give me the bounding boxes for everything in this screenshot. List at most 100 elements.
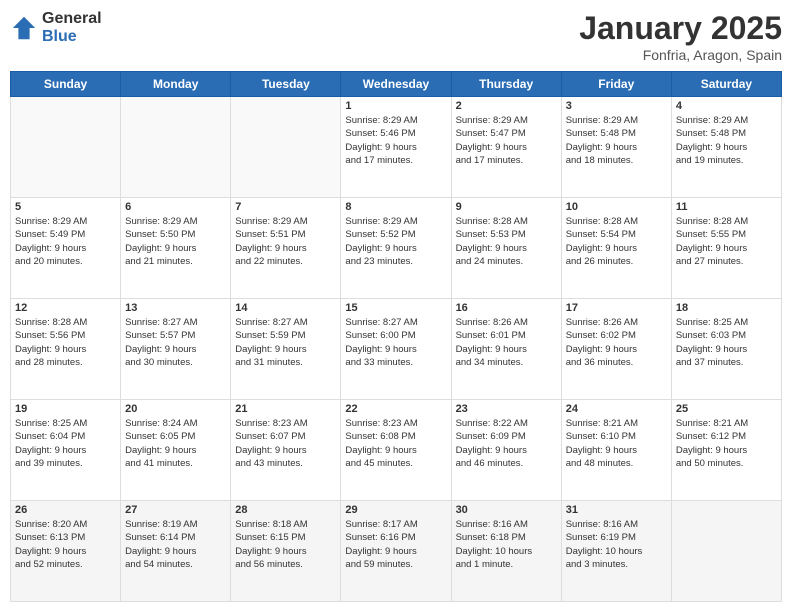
day-info: Sunrise: 8:27 AM Sunset: 5:59 PM Dayligh…	[235, 316, 336, 369]
calendar-cell: 17 Sunrise: 8:26 AM Sunset: 6:02 PM Dayli…	[561, 299, 671, 400]
week-row-2: 5 Sunrise: 8:29 AM Sunset: 5:49 PM Daylig…	[11, 198, 782, 299]
weekday-header-monday: Monday	[121, 72, 231, 97]
calendar-cell: 31Sunrise: 8:16 AM Sunset: 6:19 PM Dayli…	[561, 501, 671, 602]
day-info: Sunrise: 8:25 AM Sunset: 6:03 PM Dayligh…	[676, 316, 777, 369]
day-number: 22	[345, 403, 446, 415]
calendar-table: SundayMondayTuesdayWednesdayThursdayFrid…	[10, 71, 782, 602]
day-info: Sunrise: 8:26 AM Sunset: 6:02 PM Dayligh…	[566, 316, 667, 369]
weekday-header-sunday: Sunday	[11, 72, 121, 97]
day-info: Sunrise: 8:25 AM Sunset: 6:04 PM Dayligh…	[15, 417, 116, 470]
day-number: 29	[345, 504, 446, 516]
calendar-cell: 7 Sunrise: 8:29 AM Sunset: 5:51 PM Daylig…	[231, 198, 341, 299]
logo-general-text: General	[42, 10, 102, 28]
day-info: Sunrise: 8:27 AM Sunset: 6:00 PM Dayligh…	[345, 316, 446, 369]
title-section: January 2025 Fonfria, Aragon, Spain	[579, 10, 782, 63]
calendar-cell: 5 Sunrise: 8:29 AM Sunset: 5:49 PM Daylig…	[11, 198, 121, 299]
day-number: 12	[15, 302, 116, 314]
day-info: Sunrise: 8:28 AM Sunset: 5:54 PM Dayligh…	[566, 215, 667, 268]
calendar-cell: 29 Sunrise: 8:17 AM Sunset: 6:16 PM Dayli…	[341, 501, 451, 602]
day-number: 24	[566, 403, 667, 415]
calendar-cell: 2 Sunrise: 8:29 AM Sunset: 5:47 PM Daylig…	[451, 97, 561, 198]
logo-icon	[10, 14, 38, 42]
calendar-cell: 6Sunrise: 8:29 AM Sunset: 5:50 PM Daylig…	[121, 198, 231, 299]
page: General Blue January 2025 Fonfria, Arago…	[0, 0, 792, 612]
day-info: Sunrise: 8:29 AM Sunset: 5:47 PM Dayligh…	[456, 114, 557, 167]
day-number: 9	[456, 201, 557, 213]
day-number: 15	[345, 302, 446, 314]
day-number: 25	[676, 403, 777, 415]
weekday-header-saturday: Saturday	[671, 72, 781, 97]
day-number: 10	[566, 201, 667, 213]
week-row-3: 12Sunrise: 8:28 AM Sunset: 5:56 PM Dayli…	[11, 299, 782, 400]
day-info: Sunrise: 8:21 AM Sunset: 6:10 PM Dayligh…	[566, 417, 667, 470]
day-info: Sunrise: 8:29 AM Sunset: 5:48 PM Dayligh…	[566, 114, 667, 167]
calendar-header: SundayMondayTuesdayWednesdayThursdayFrid…	[11, 72, 782, 97]
weekday-header-thursday: Thursday	[451, 72, 561, 97]
day-number: 1	[345, 100, 446, 112]
week-row-4: 19 Sunrise: 8:25 AM Sunset: 6:04 PM Dayli…	[11, 400, 782, 501]
day-number: 23	[456, 403, 557, 415]
day-info: Sunrise: 8:17 AM Sunset: 6:16 PM Dayligh…	[345, 518, 446, 571]
day-info: Sunrise: 8:23 AM Sunset: 6:08 PM Dayligh…	[345, 417, 446, 470]
calendar-cell: 25 Sunrise: 8:21 AM Sunset: 6:12 PM Dayli…	[671, 400, 781, 501]
day-info: Sunrise: 8:21 AM Sunset: 6:12 PM Dayligh…	[676, 417, 777, 470]
day-number: 3	[566, 100, 667, 112]
calendar-cell: 27Sunrise: 8:19 AM Sunset: 6:14 PM Dayli…	[121, 501, 231, 602]
day-number: 26	[15, 504, 116, 516]
weekday-header-wednesday: Wednesday	[341, 72, 451, 97]
calendar-cell: 21Sunrise: 8:23 AM Sunset: 6:07 PM Dayli…	[231, 400, 341, 501]
calendar-cell: 18Sunrise: 8:25 AM Sunset: 6:03 PM Dayli…	[671, 299, 781, 400]
day-info: Sunrise: 8:19 AM Sunset: 6:14 PM Dayligh…	[125, 518, 226, 571]
day-info: Sunrise: 8:29 AM Sunset: 5:50 PM Dayligh…	[125, 215, 226, 268]
location-title: Fonfria, Aragon, Spain	[579, 47, 782, 63]
day-number: 13	[125, 302, 226, 314]
calendar-cell	[121, 97, 231, 198]
logo: General Blue	[10, 10, 102, 45]
day-number: 30	[456, 504, 557, 516]
day-info: Sunrise: 8:27 AM Sunset: 5:57 PM Dayligh…	[125, 316, 226, 369]
weekday-header-tuesday: Tuesday	[231, 72, 341, 97]
day-number: 21	[235, 403, 336, 415]
calendar-body: 1Sunrise: 8:29 AM Sunset: 5:46 PM Daylig…	[11, 97, 782, 602]
calendar-cell: 14 Sunrise: 8:27 AM Sunset: 5:59 PM Dayli…	[231, 299, 341, 400]
calendar-cell: 8Sunrise: 8:29 AM Sunset: 5:52 PM Daylig…	[341, 198, 451, 299]
day-number: 14	[235, 302, 336, 314]
month-title: January 2025	[579, 10, 782, 47]
day-number: 5	[15, 201, 116, 213]
day-number: 11	[676, 201, 777, 213]
day-info: Sunrise: 8:20 AM Sunset: 6:13 PM Dayligh…	[15, 518, 116, 571]
day-number: 20	[125, 403, 226, 415]
calendar-cell: 11Sunrise: 8:28 AM Sunset: 5:55 PM Dayli…	[671, 198, 781, 299]
day-info: Sunrise: 8:16 AM Sunset: 6:18 PM Dayligh…	[456, 518, 557, 571]
day-number: 17	[566, 302, 667, 314]
header: General Blue January 2025 Fonfria, Arago…	[10, 10, 782, 63]
day-info: Sunrise: 8:24 AM Sunset: 6:05 PM Dayligh…	[125, 417, 226, 470]
day-info: Sunrise: 8:28 AM Sunset: 5:53 PM Dayligh…	[456, 215, 557, 268]
calendar-cell: 24 Sunrise: 8:21 AM Sunset: 6:10 PM Dayli…	[561, 400, 671, 501]
day-info: Sunrise: 8:16 AM Sunset: 6:19 PM Dayligh…	[566, 518, 667, 571]
calendar-cell: 19 Sunrise: 8:25 AM Sunset: 6:04 PM Dayli…	[11, 400, 121, 501]
day-info: Sunrise: 8:29 AM Sunset: 5:48 PM Dayligh…	[676, 114, 777, 167]
day-number: 2	[456, 100, 557, 112]
calendar-cell	[231, 97, 341, 198]
day-number: 19	[15, 403, 116, 415]
day-number: 4	[676, 100, 777, 112]
calendar-cell: 23Sunrise: 8:22 AM Sunset: 6:09 PM Dayli…	[451, 400, 561, 501]
week-row-1: 1Sunrise: 8:29 AM Sunset: 5:46 PM Daylig…	[11, 97, 782, 198]
logo-blue-text: Blue	[42, 28, 102, 46]
calendar-cell: 20 Sunrise: 8:24 AM Sunset: 6:05 PM Dayli…	[121, 400, 231, 501]
day-info: Sunrise: 8:29 AM Sunset: 5:49 PM Dayligh…	[15, 215, 116, 268]
calendar-cell: 30 Sunrise: 8:16 AM Sunset: 6:18 PM Dayli…	[451, 501, 561, 602]
calendar-cell: 4 Sunrise: 8:29 AM Sunset: 5:48 PM Daylig…	[671, 97, 781, 198]
day-number: 28	[235, 504, 336, 516]
calendar-cell	[671, 501, 781, 602]
calendar-cell: 10 Sunrise: 8:28 AM Sunset: 5:54 PM Dayli…	[561, 198, 671, 299]
calendar-cell	[11, 97, 121, 198]
day-number: 8	[345, 201, 446, 213]
day-info: Sunrise: 8:29 AM Sunset: 5:51 PM Dayligh…	[235, 215, 336, 268]
day-info: Sunrise: 8:18 AM Sunset: 6:15 PM Dayligh…	[235, 518, 336, 571]
calendar-cell: 13 Sunrise: 8:27 AM Sunset: 5:57 PM Dayli…	[121, 299, 231, 400]
day-number: 7	[235, 201, 336, 213]
logo-text: General Blue	[42, 10, 102, 45]
calendar-cell: 28 Sunrise: 8:18 AM Sunset: 6:15 PM Dayli…	[231, 501, 341, 602]
